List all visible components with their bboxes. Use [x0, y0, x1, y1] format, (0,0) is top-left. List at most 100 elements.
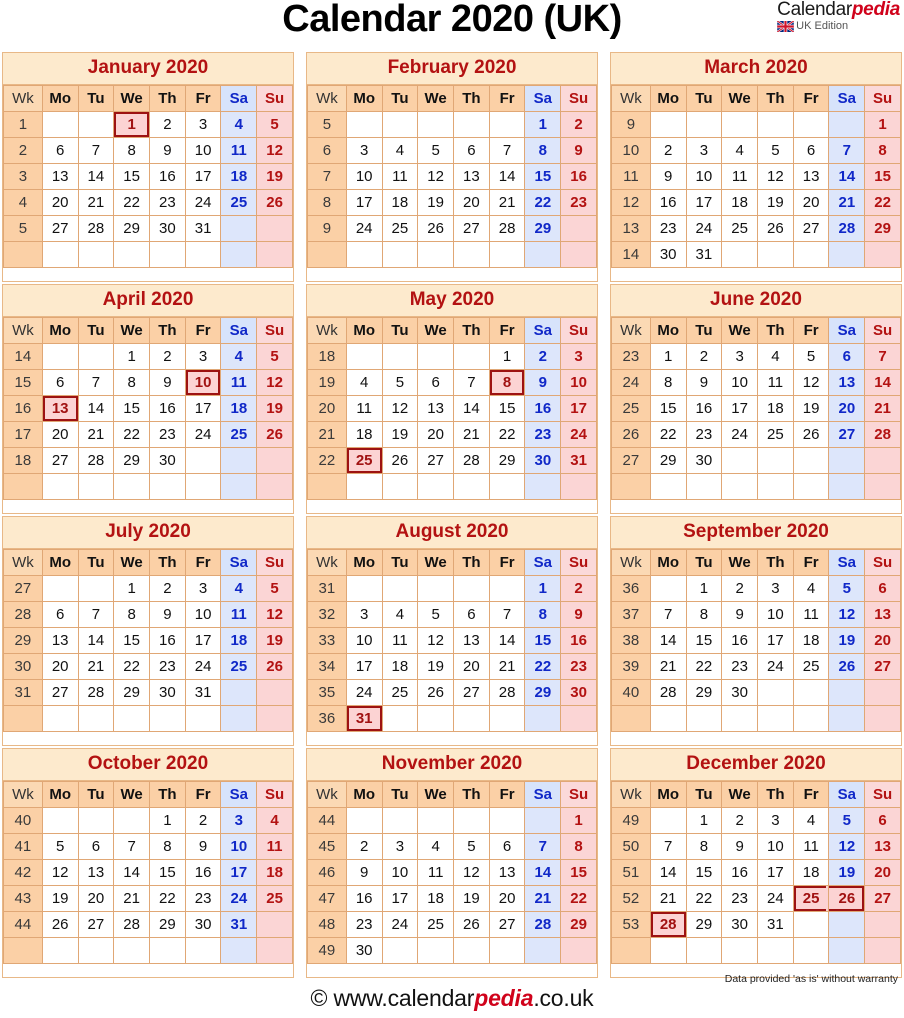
day-cell[interactable]: 28 — [524, 910, 562, 938]
day-cell[interactable]: 17 — [345, 652, 383, 680]
holiday-day-cell[interactable]: 28 — [649, 910, 687, 938]
day-cell[interactable]: 10 — [560, 368, 597, 396]
day-cell[interactable]: 19 — [828, 626, 866, 654]
day-cell[interactable]: 16 — [524, 394, 562, 422]
day-cell[interactable]: 6 — [41, 368, 79, 396]
day-cell[interactable]: 10 — [757, 600, 794, 628]
day-cell[interactable]: 25 — [417, 910, 454, 938]
day-cell[interactable]: 25 — [721, 214, 758, 242]
day-cell[interactable]: 2 — [721, 574, 758, 602]
day-cell[interactable]: 27 — [792, 214, 830, 242]
day-cell[interactable]: 10 — [685, 162, 723, 190]
day-cell[interactable]: 12 — [256, 368, 293, 396]
day-cell[interactable]: 4 — [757, 342, 794, 370]
day-cell[interactable]: 2 — [149, 574, 186, 602]
day-cell[interactable]: 17 — [184, 394, 222, 422]
day-cell[interactable]: 27 — [828, 420, 866, 448]
day-cell[interactable]: 27 — [864, 652, 901, 680]
day-cell[interactable]: 20 — [864, 626, 901, 654]
day-cell[interactable]: 5 — [256, 342, 293, 370]
day-cell[interactable]: 22 — [685, 884, 723, 912]
day-cell[interactable]: 9 — [149, 368, 186, 396]
day-cell[interactable]: 24 — [560, 420, 597, 448]
day-cell[interactable]: 11 — [721, 162, 758, 190]
day-cell[interactable]: 31 — [757, 910, 794, 938]
day-cell[interactable]: 11 — [792, 832, 830, 860]
day-cell[interactable]: 5 — [417, 600, 454, 628]
day-cell[interactable]: 22 — [524, 188, 562, 216]
day-cell[interactable]: 15 — [524, 626, 562, 654]
day-cell[interactable]: 29 — [685, 910, 723, 938]
day-cell[interactable]: 13 — [453, 626, 490, 654]
day-cell[interactable]: 10 — [721, 368, 758, 396]
day-cell[interactable]: 28 — [77, 214, 115, 242]
day-cell[interactable]: 24 — [685, 214, 723, 242]
day-cell[interactable]: 22 — [524, 652, 562, 680]
day-cell[interactable]: 14 — [77, 394, 115, 422]
day-cell[interactable]: 25 — [220, 420, 258, 448]
day-cell[interactable]: 6 — [453, 136, 490, 164]
day-cell[interactable]: 19 — [256, 626, 293, 654]
day-cell[interactable]: 6 — [864, 574, 901, 602]
day-cell[interactable]: 14 — [488, 626, 526, 654]
day-cell[interactable]: 20 — [453, 652, 490, 680]
day-cell[interactable]: 1 — [524, 110, 562, 138]
day-cell[interactable]: 26 — [381, 446, 419, 474]
day-cell[interactable]: 24 — [184, 188, 222, 216]
day-cell[interactable]: 10 — [184, 136, 222, 164]
day-cell[interactable]: 12 — [417, 162, 454, 190]
day-cell[interactable]: 30 — [149, 678, 186, 706]
day-cell[interactable]: 21 — [488, 652, 526, 680]
day-cell[interactable]: 5 — [828, 806, 866, 834]
day-cell[interactable]: 3 — [560, 342, 597, 370]
day-cell[interactable]: 20 — [453, 188, 490, 216]
day-cell[interactable]: 13 — [41, 626, 79, 654]
day-cell[interactable]: 8 — [685, 832, 723, 860]
day-cell[interactable]: 30 — [560, 678, 597, 706]
day-cell[interactable]: 23 — [184, 884, 222, 912]
day-cell[interactable]: 11 — [792, 600, 830, 628]
day-cell[interactable]: 8 — [649, 368, 687, 396]
day-cell[interactable]: 1 — [685, 806, 723, 834]
day-cell[interactable]: 27 — [488, 910, 526, 938]
day-cell[interactable]: 29 — [113, 214, 150, 242]
day-cell[interactable]: 24 — [184, 652, 222, 680]
day-cell[interactable]: 11 — [757, 368, 794, 396]
day-cell[interactable]: 22 — [649, 420, 687, 448]
day-cell[interactable]: 16 — [649, 188, 687, 216]
day-cell[interactable]: 16 — [685, 394, 723, 422]
day-cell[interactable]: 24 — [381, 910, 419, 938]
day-cell[interactable]: 8 — [560, 832, 597, 860]
day-cell[interactable]: 29 — [488, 446, 526, 474]
day-cell[interactable]: 12 — [792, 368, 830, 396]
day-cell[interactable]: 18 — [792, 626, 830, 654]
day-cell[interactable]: 6 — [41, 136, 79, 164]
day-cell[interactable]: 29 — [524, 678, 562, 706]
day-cell[interactable]: 21 — [524, 884, 562, 912]
day-cell[interactable]: 28 — [649, 678, 687, 706]
day-cell[interactable]: 20 — [417, 420, 454, 448]
day-cell[interactable]: 2 — [721, 806, 758, 834]
day-cell[interactable]: 20 — [41, 652, 79, 680]
day-cell[interactable]: 19 — [792, 394, 830, 422]
day-cell[interactable]: 12 — [41, 858, 79, 886]
day-cell[interactable]: 1 — [649, 342, 687, 370]
day-cell[interactable]: 8 — [524, 600, 562, 628]
day-cell[interactable]: 29 — [685, 678, 723, 706]
day-cell[interactable]: 10 — [345, 162, 383, 190]
day-cell[interactable]: 22 — [149, 884, 186, 912]
day-cell[interactable]: 31 — [560, 446, 597, 474]
day-cell[interactable]: 3 — [721, 342, 758, 370]
day-cell[interactable]: 22 — [560, 884, 597, 912]
day-cell[interactable]: 9 — [560, 136, 597, 164]
day-cell[interactable]: 14 — [828, 162, 866, 190]
day-cell[interactable]: 4 — [381, 136, 419, 164]
day-cell[interactable]: 23 — [721, 884, 758, 912]
day-cell[interactable]: 24 — [757, 652, 794, 680]
day-cell[interactable]: 31 — [184, 678, 222, 706]
day-cell[interactable]: 8 — [113, 368, 150, 396]
day-cell[interactable]: 21 — [77, 420, 115, 448]
day-cell[interactable]: 12 — [417, 626, 454, 654]
day-cell[interactable]: 29 — [864, 214, 901, 242]
day-cell[interactable]: 27 — [41, 678, 79, 706]
